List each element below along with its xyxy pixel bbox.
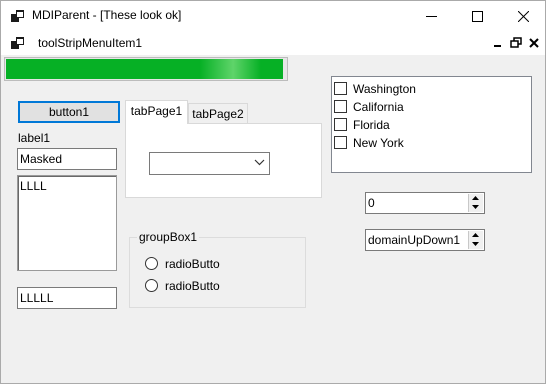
button1[interactable]: button1 [18, 101, 120, 123]
checkbox-icon [334, 136, 347, 149]
mdi-parent-window: MDIParent - [These look ok] toolStripMen… [0, 0, 546, 384]
child-restore-icon[interactable] [510, 37, 522, 49]
groupbox [129, 237, 306, 308]
numeric-spin [468, 194, 483, 212]
mdi-child-icon[interactable] [11, 36, 25, 50]
spin-down-button[interactable] [469, 203, 483, 212]
window-title: MDIParent - [These look ok] [32, 8, 182, 22]
menu-item-toolstrip[interactable]: toolStripMenuItem1 [38, 36, 142, 50]
masked-textbox[interactable]: Masked [17, 148, 117, 170]
radio-circle-icon [145, 279, 158, 292]
checkbox-icon [334, 82, 347, 95]
checkbox-icon [334, 118, 347, 131]
child-close-icon[interactable] [528, 37, 540, 49]
label1: label1 [18, 131, 51, 145]
tab-page1[interactable]: tabPage1 [125, 100, 188, 124]
child-minimize-icon[interactable] [492, 37, 504, 49]
progress-fill [6, 59, 283, 79]
arrow-down-icon [472, 242, 479, 246]
domain-spin [468, 231, 483, 249]
checkbox-icon [334, 100, 347, 113]
maximize-button[interactable] [454, 1, 500, 31]
radio-circle-icon [145, 257, 158, 270]
numeric-updown[interactable]: 0 [365, 192, 485, 214]
arrow-down-icon [472, 205, 479, 209]
check-label: New York [353, 136, 404, 150]
arrow-up-icon [472, 233, 479, 237]
groupbox-label: groupBox1 [137, 230, 200, 244]
check-label: Washington [353, 82, 416, 96]
close-button[interactable] [500, 1, 546, 31]
checked-listbox[interactable]: Washington California Florida New York [331, 76, 532, 173]
numeric-updown-value: 0 [368, 196, 375, 210]
radio-label: radioButto [165, 279, 220, 293]
tab-page2[interactable]: tabPage2 [188, 103, 248, 124]
chevron-down-icon [254, 159, 265, 166]
bottom-textbox[interactable]: LLLLL [17, 287, 117, 309]
app-icon [11, 10, 24, 22]
progress-bar [4, 57, 288, 81]
minimize-icon [426, 16, 437, 17]
arrow-up-icon [472, 196, 479, 200]
minimize-button[interactable] [408, 1, 454, 31]
maximize-icon [472, 11, 483, 22]
title-bar[interactable]: MDIParent - [These look ok] [1, 1, 545, 31]
spin-down-button[interactable] [469, 240, 483, 249]
domain-updown[interactable]: domainUpDown1 [365, 229, 485, 251]
check-label: California [353, 100, 404, 114]
radio-label: radioButto [165, 257, 220, 271]
close-icon [518, 11, 529, 22]
multiline-textbox[interactable]: LLLL [17, 175, 117, 271]
spin-up-button[interactable] [469, 194, 483, 203]
domain-updown-value: domainUpDown1 [368, 233, 461, 247]
combobox[interactable] [149, 152, 270, 175]
check-label: Florida [353, 118, 390, 132]
spin-up-button[interactable] [469, 231, 483, 240]
